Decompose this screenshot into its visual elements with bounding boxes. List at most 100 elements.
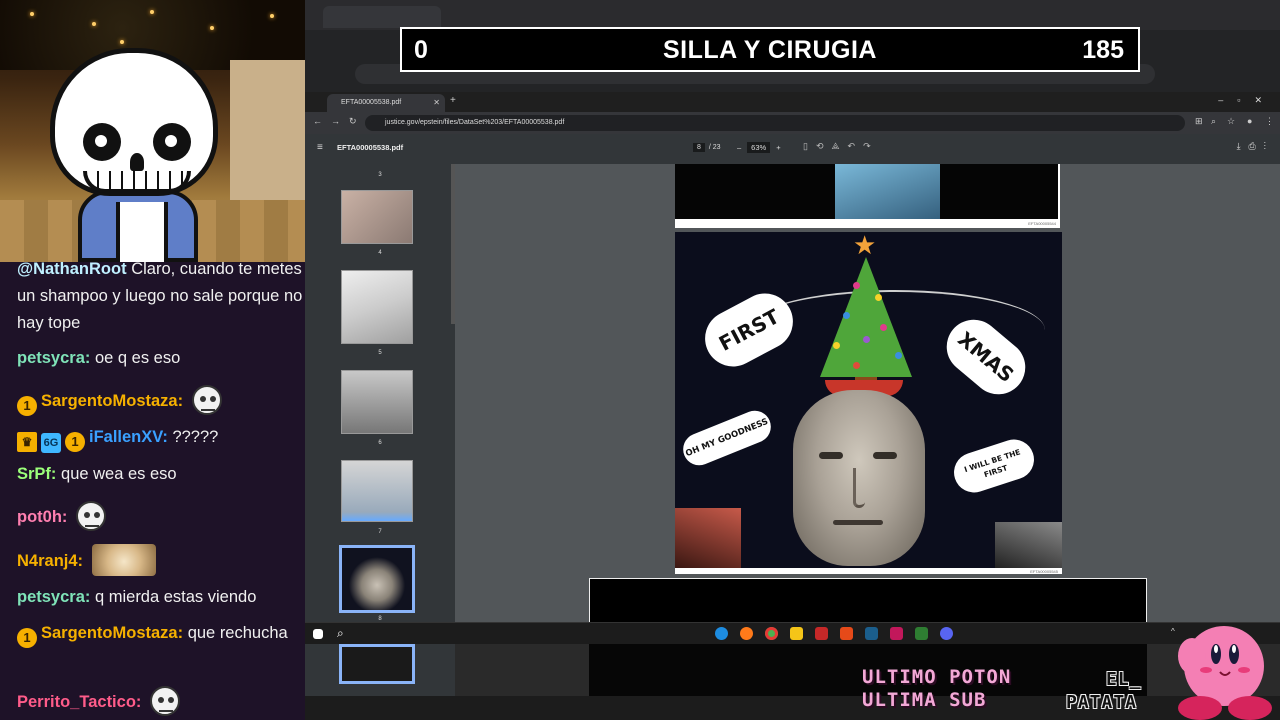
chat-message: Perrito_Tactico: — [17, 686, 305, 716]
chat-username: SrPf: — [17, 465, 57, 483]
window-controls[interactable]: –▫✕ — [1218, 95, 1276, 106]
ceiling-light — [270, 14, 274, 18]
new-tab-icon[interactable]: + — [450, 95, 456, 106]
pdf-viewer: EFTA00005544 FIRST XMAS OH MY GOODNESS I… — [455, 164, 1280, 622]
avatar-mouth — [83, 171, 191, 193]
zoom-icon[interactable]: ⌕ — [1211, 116, 1216, 127]
corner-photo — [675, 508, 741, 568]
ceiling-light — [150, 10, 154, 14]
chat-message: 1 SargentoMostaza: que rechucha — [17, 620, 305, 648]
pdf-page-8: FIRST XMAS OH MY GOODNESS I WILL BE THE … — [675, 232, 1062, 574]
chat-message: pot0h: — [17, 501, 305, 531]
search-icon[interactable]: ⌕ — [337, 627, 350, 640]
chat-username: pot0h: — [17, 508, 68, 526]
outer-browser-tab[interactable] — [323, 6, 441, 28]
corner-photo — [995, 522, 1062, 568]
forward-icon[interactable]: → — [331, 116, 340, 126]
pdf-page-9 — [589, 578, 1147, 622]
thumbnail-number: 7 — [378, 529, 382, 535]
pdf-tools[interactable]: ▯⟲⟁↶↷ — [803, 141, 879, 152]
cloud-first-text: FIRST — [714, 304, 784, 356]
hamburger-menu-icon[interactable]: ≡ — [317, 142, 323, 153]
page-thumbnail-selected[interactable] — [339, 545, 415, 613]
app-icon[interactable] — [915, 627, 928, 640]
page-photo — [835, 164, 940, 219]
pdf-title: EFTA00005538.pdf — [337, 143, 404, 152]
profile-icon[interactable]: ● — [1247, 116, 1252, 126]
face-cutout — [793, 390, 925, 566]
cloud-will-text: I WILL BE THE FIRST — [963, 447, 1022, 480]
page-total: / 23 — [708, 144, 721, 151]
page-number-input[interactable]: 8 — [693, 143, 705, 152]
firefox-icon[interactable] — [740, 627, 753, 640]
cloud-first: FIRST — [695, 283, 803, 377]
brand-overlay: EL_ PATATA — [1066, 668, 1142, 714]
translate-icon[interactable]: ⊞ — [1195, 116, 1203, 127]
ceiling-light — [120, 40, 124, 44]
edge-icon[interactable] — [715, 627, 728, 640]
chat-username: petsycra: — [17, 349, 91, 367]
screen: @NathanRoot Claro, cuando te metes un sh… — [0, 0, 1280, 720]
troll-face-emote — [191, 385, 222, 415]
steam-icon[interactable] — [865, 627, 878, 640]
menu-icon[interactable]: ⋮ — [1265, 116, 1274, 127]
chat-message: SrPf: que wea es eso — [17, 461, 305, 488]
page-thumbnail[interactable] — [341, 270, 413, 344]
app-icon[interactable] — [890, 627, 903, 640]
chat-text: oe q es eso — [94, 349, 181, 367]
cloud-goodness-text: OH MY GOODNESS — [684, 416, 770, 460]
page-thumbnail[interactable] — [341, 460, 413, 522]
page-thumbnail[interactable] — [341, 370, 413, 434]
browser-navbar: ← → ↻ justice.gov/epstein/files/DataSet%… — [305, 112, 1280, 134]
bookmark-icon[interactable]: ☆ — [1227, 116, 1235, 127]
outer-browser-tabstrip — [305, 0, 1280, 30]
windows-start-icon[interactable] — [313, 629, 323, 639]
page-thumbnail[interactable] — [341, 190, 413, 244]
cat-emote — [91, 544, 156, 576]
avatar-nose — [130, 153, 144, 171]
browser-tab[interactable]: EFTA00005538.pdf ✕ — [327, 94, 445, 112]
chat-panel: @NathanRoot Claro, cuando te metes un sh… — [0, 262, 307, 720]
zoom-control: –63% + — [737, 142, 781, 153]
app-icon[interactable] — [840, 627, 853, 640]
ornament — [853, 362, 860, 369]
zoom-input[interactable]: 63% — [747, 142, 771, 153]
close-tab-icon[interactable]: ✕ — [433, 94, 440, 112]
thumbnail-number: 3 — [378, 172, 382, 178]
ornament — [853, 282, 860, 289]
kirby-icon — [1178, 626, 1272, 720]
discord-icon[interactable] — [940, 627, 953, 640]
address-bar[interactable]: justice.gov/epstein/files/DataSet%203/EF… — [365, 115, 1185, 131]
face-eye — [873, 452, 897, 459]
app-icon[interactable] — [815, 627, 828, 640]
sub-badge: 1 — [65, 432, 85, 452]
pdf-actions[interactable]: ⤓⎙⋮ — [1237, 141, 1274, 152]
ornament — [880, 324, 887, 331]
last-sub-overlay: ULTIMO POTON ULTIMA SUB — [862, 666, 1011, 712]
windows-taskbar: ⌕ ^ — [305, 622, 1280, 644]
back-icon[interactable]: ← — [313, 116, 322, 126]
reload-icon[interactable]: ↻ — [349, 116, 357, 127]
chrome-icon[interactable] — [765, 627, 778, 640]
chat-message: N4ranj4: — [17, 544, 305, 576]
star-icon: ★ — [853, 232, 877, 260]
avatar-skull — [50, 48, 218, 196]
ornament — [895, 352, 902, 359]
chat-text: que rechucha — [187, 624, 288, 642]
avatar-eye — [83, 123, 121, 161]
chat-message: petsycra: oe q es eso — [17, 345, 305, 372]
thumbnail-number: 5 — [378, 350, 382, 356]
ultimo-line2: ULTIMA SUB — [862, 689, 987, 711]
file-explorer-icon[interactable] — [790, 627, 803, 640]
face-eye — [819, 452, 843, 459]
zoom-in-icon[interactable]: + — [776, 143, 780, 152]
avatar-hoodie — [78, 190, 198, 262]
pdf-browser-window: EFTA00005538.pdf ✕ + –▫✕ ← → ↻ justice.g… — [305, 92, 1280, 622]
troll-face-emote — [76, 501, 106, 531]
tab-title: EFTA00005538.pdf — [341, 99, 402, 106]
page-artwork: FIRST XMAS OH MY GOODNESS I WILL BE THE … — [675, 232, 1062, 568]
ornament — [875, 294, 882, 301]
webcam-panel — [0, 0, 305, 262]
chat-text: q mierda estas viendo — [94, 588, 257, 606]
zoom-out-icon[interactable]: – — [737, 143, 741, 152]
